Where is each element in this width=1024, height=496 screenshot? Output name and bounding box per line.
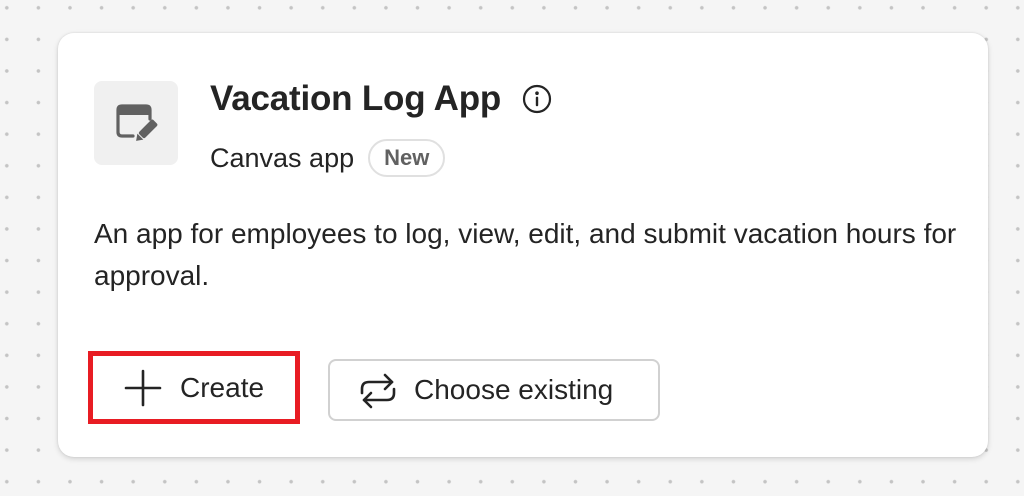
app-icon-tile [94,81,178,165]
choose-existing-button[interactable]: Choose existing [328,359,660,421]
app-title: Vacation Log App [210,79,502,118]
title-row: Vacation Log App [210,77,553,121]
info-icon[interactable] [521,83,553,115]
new-badge: New [368,139,446,177]
app-type-label: Canvas app [210,142,355,173]
app-description: An app for employees to log, view, edit,… [94,218,957,291]
app-template-card: Vacation Log App Canvas app New An app f… [58,33,988,457]
create-button[interactable]: Create [94,357,298,419]
create-button-label: Create [180,372,265,403]
choose-existing-label: Choose existing [414,374,614,405]
canvas-app-edit-icon [116,104,158,141]
swap-arrows-icon [360,373,396,409]
plus-icon [124,369,162,407]
subtitle-row: Canvas app New [210,137,446,179]
